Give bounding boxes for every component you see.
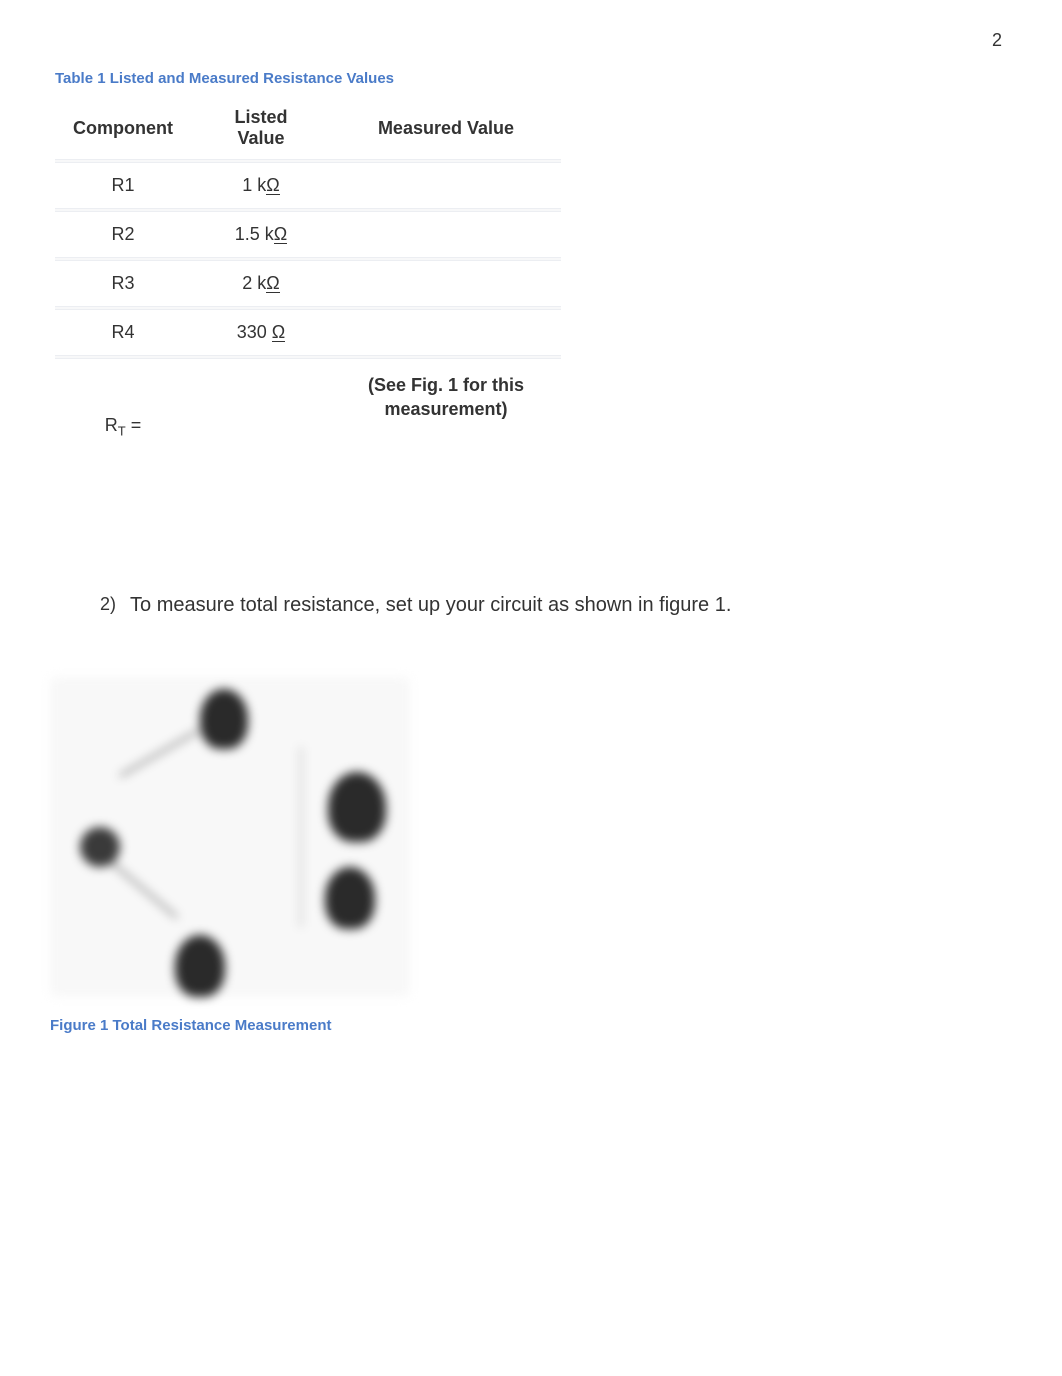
listed-prefix: 330 (237, 322, 272, 342)
step-text: To measure total resistance, set up your… (130, 594, 731, 617)
table-caption: Table 1 Listed and Measured Resistance V… (55, 70, 1007, 87)
omega-symbol: Ω (266, 177, 279, 195)
cell-listed: 1 kΩ (191, 163, 331, 208)
cell-measured (331, 212, 561, 257)
resistance-table-wrap: Component Listed Value Measured Value R1… (55, 97, 561, 469)
step-2: 2) To measure total resistance, set up y… (100, 594, 1007, 617)
circuit-component-icon (200, 689, 248, 749)
header-listed: Listed Value (191, 97, 331, 159)
cell-total-measured: (See Fig. 1 for this measurement) (331, 359, 561, 459)
circuit-node-icon (80, 827, 120, 867)
cell-total-listed (191, 359, 331, 459)
step-number: 2) (100, 594, 116, 615)
cell-measured (331, 163, 561, 208)
cell-listed: 1.5 kΩ (191, 212, 331, 257)
figure-caption: Figure 1 Total Resistance Measurement (50, 1017, 1007, 1034)
omega-symbol: Ω (272, 324, 285, 342)
cell-component: R4 (55, 310, 191, 355)
cell-component: R2 (55, 212, 191, 257)
table-row: R3 2 kΩ (55, 261, 561, 306)
listed-prefix: 2 k (242, 273, 266, 293)
table-header-row: Component Listed Value Measured Value (55, 97, 561, 159)
table-row: R4 330 Ω (55, 310, 561, 355)
cell-component: R3 (55, 261, 191, 306)
resistance-table: Component Listed Value Measured Value R1… (55, 97, 561, 459)
circuit-component-icon (325, 867, 375, 929)
listed-prefix: 1.5 k (235, 224, 274, 244)
circuit-component-icon (175, 935, 225, 997)
cell-total-label: RT = (55, 359, 191, 459)
cell-component: R1 (55, 163, 191, 208)
listed-prefix: 1 k (242, 175, 266, 195)
circuit-wire-icon (111, 862, 177, 918)
figure-1-image (50, 677, 410, 997)
header-component: Component (55, 97, 191, 159)
circuit-wire-icon (300, 747, 302, 927)
omega-symbol: Ω (266, 275, 279, 293)
cell-measured (331, 310, 561, 355)
cell-measured (331, 261, 561, 306)
cell-listed: 330 Ω (191, 310, 331, 355)
table-row: R2 1.5 kΩ (55, 212, 561, 257)
cell-listed: 2 kΩ (191, 261, 331, 306)
rt-subscript: T (118, 424, 126, 439)
rt-suffix: = (126, 415, 142, 435)
rt-prefix: R (105, 415, 118, 435)
page-number: 2 (992, 30, 1002, 51)
table-row: R1 1 kΩ (55, 163, 561, 208)
see-fig-note: (See Fig. 1 for this measurement) (349, 373, 543, 422)
omega-symbol: Ω (274, 226, 287, 244)
circuit-wire-icon (120, 730, 199, 777)
figure-1-wrap: Figure 1 Total Resistance Measurement (50, 677, 1007, 1034)
circuit-component-icon (328, 772, 386, 842)
header-measured: Measured Value (331, 97, 561, 159)
table-total-row: RT = (See Fig. 1 for this measurement) (55, 359, 561, 459)
